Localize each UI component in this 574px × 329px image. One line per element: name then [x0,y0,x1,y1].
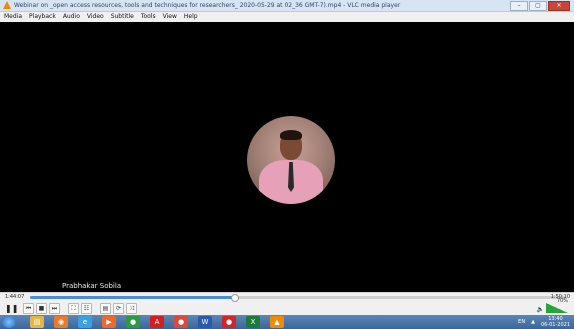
window-title: Webinar on _open access resources, tools… [14,2,401,9]
fullscreen-button[interactable]: ⛶ [68,303,79,314]
volume-level [546,303,568,313]
speaker-icon[interactable]: 🔈 [537,306,544,313]
menu-video[interactable]: Video [87,12,104,22]
seek-handle[interactable] [230,294,239,302]
taskbar-app-firefox[interactable]: ◉ [54,316,68,328]
speaker-avatar [247,116,335,204]
clock-date: 06-01-2021 [540,322,570,328]
pause-button[interactable]: ❚❚ [5,304,18,314]
extended-settings-button[interactable]: ☷ [81,303,92,314]
close-button[interactable]: ✕ [548,1,570,11]
seek-progress [30,296,234,299]
stop-button[interactable]: ■ [36,303,47,314]
video-area[interactable]: Prabhakar Sobila [0,22,574,292]
clock[interactable]: 13:40 06-01-2021 [541,316,570,328]
vlc-cone-icon [3,1,11,9]
next-button[interactable]: ⏭ [49,303,60,314]
taskbar-app-acrobat[interactable]: A [150,316,164,328]
menu-tools[interactable]: Tools [141,12,156,22]
window-controls: – ▢ ✕ [510,1,570,11]
shuffle-button[interactable]: ⤨ [126,303,137,314]
playback-buttons: ❚❚ ⏮ ■ ⏭ ⛶ ☷ ▤ ⟳ ⤨ [5,303,137,314]
menu-audio[interactable]: Audio [63,12,80,22]
taskbar-app-record[interactable]: ● [222,316,236,328]
taskbar-app-word[interactable]: W [198,316,212,328]
start-button[interactable] [2,316,16,328]
title-bar: Webinar on _open access resources, tools… [0,0,574,12]
minimize-button[interactable]: – [510,1,528,11]
menu-media[interactable]: Media [4,12,22,22]
taskbar-app-chrome[interactable]: ● [126,316,140,328]
network-icon[interactable]: ▲ [531,319,535,325]
time-elapsed: 1:44:07 [5,294,25,300]
system-tray: EN ▲ 13:40 06-01-2021 [518,316,570,328]
avatar-hair [280,130,302,140]
volume-slider[interactable]: 70% [546,298,568,313]
taskbar-apps: ▤ ◉ e ▶ ● A ● W ● X ▲ [30,316,284,328]
menu-help[interactable]: Help [184,12,198,22]
playlist-button[interactable]: ▤ [100,303,111,314]
taskbar-app-vlc[interactable]: ▲ [270,316,284,328]
menu-playback[interactable]: Playback [29,12,56,22]
seek-bar[interactable] [30,294,566,302]
taskbar: ▤ ◉ e ▶ ● A ● W ● X ▲ EN ▲ 13:40 06-01-2021 [0,315,574,329]
taskbar-app-ie[interactable]: e [78,316,92,328]
volume-percent: 70% [556,298,568,304]
speaker-name: Prabhakar Sobila [62,282,122,290]
taskbar-app-chrome2[interactable]: ● [174,316,188,328]
menu-view[interactable]: View [163,12,177,22]
taskbar-app-excel[interactable]: X [246,316,260,328]
player-controls: 1:44:07 1:50:10 ❚❚ ⏮ ■ ⏭ ⛶ ☷ ▤ ⟳ ⤨ 🔈 70% [0,292,574,316]
maximize-button[interactable]: ▢ [529,1,547,11]
previous-button[interactable]: ⏮ [23,303,34,314]
taskbar-app-file-explorer[interactable]: ▤ [30,316,44,328]
menu-subtitle[interactable]: Subtitle [111,12,134,22]
menu-bar: Media Playback Audio Video Subtitle Tool… [0,12,574,22]
taskbar-app-media[interactable]: ▶ [102,316,116,328]
language-indicator[interactable]: EN [518,319,525,325]
loop-button[interactable]: ⟳ [113,303,124,314]
